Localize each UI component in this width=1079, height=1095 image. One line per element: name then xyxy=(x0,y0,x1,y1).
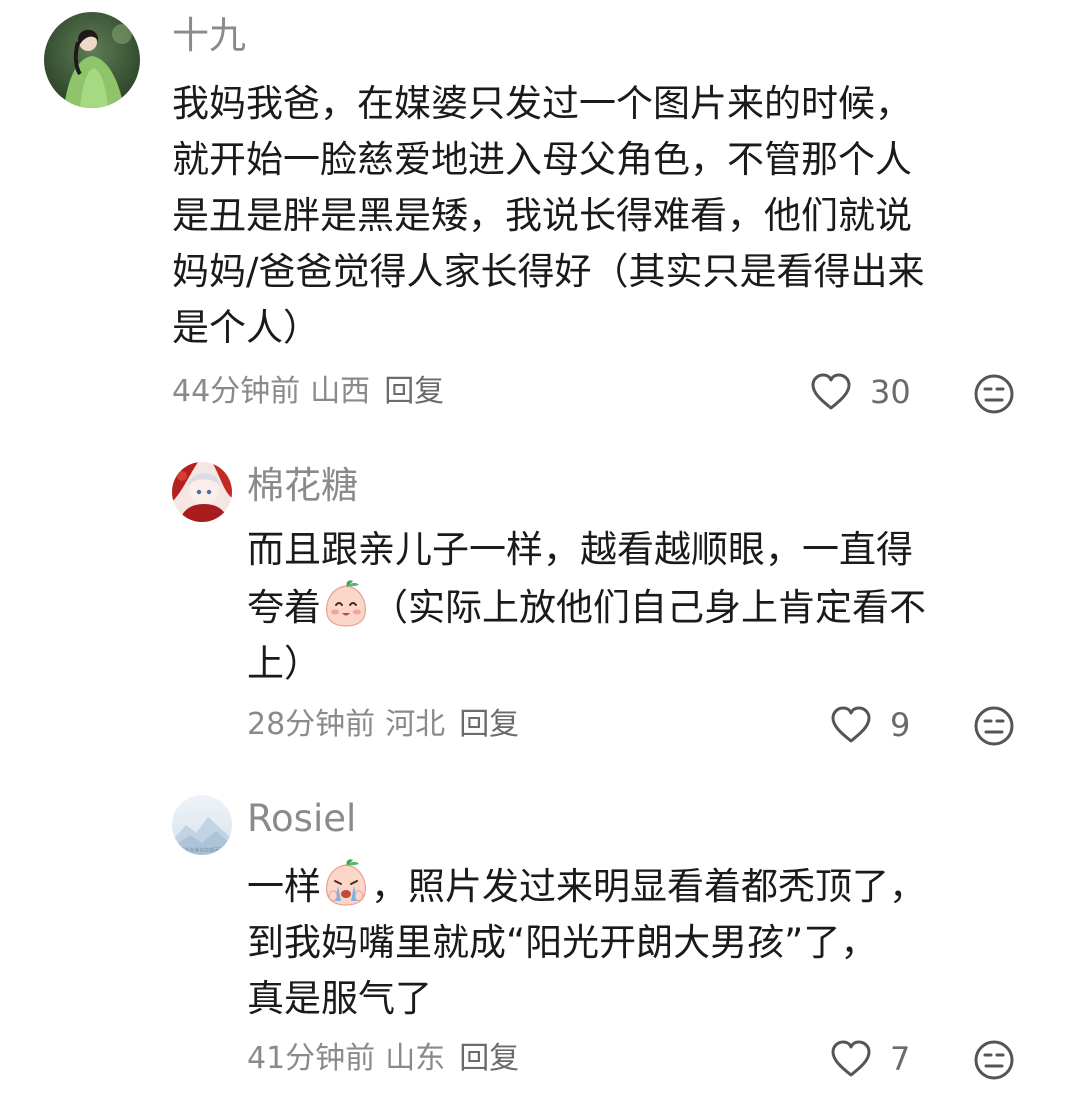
comment-text: 我妈我爸，在媒婆只发过一个图片来的时候， 就开始一脸慈爱地进入母父角色，不管那个… xyxy=(172,76,924,356)
like-button[interactable]: 7 xyxy=(830,1037,910,1081)
like-button[interactable]: 9 xyxy=(830,703,910,747)
region: 山东 xyxy=(385,1041,446,1076)
comment-line: 一样 ，照片发过来明显看着都秃顶了， xyxy=(247,857,926,915)
comment-line: 妈妈/爸爸觉得人家长得好（其实只是看得出来 xyxy=(172,250,925,293)
like-count: 30 xyxy=(870,373,911,411)
region: 河北 xyxy=(385,707,446,742)
username[interactable]: 棉花糖 xyxy=(247,464,358,508)
comment-line: 就开始一脸慈爱地进入母父角色，不管那个人 xyxy=(172,138,912,181)
comment-fragment: 夸着 xyxy=(247,586,321,629)
like-count: 7 xyxy=(890,1040,911,1078)
comment-fragment: 一样 xyxy=(247,865,321,908)
timestamp: 41分钟前 xyxy=(247,1041,376,1076)
comment-line: 是个人） xyxy=(172,306,320,349)
comment-fragment: ，照片发过来明显看着都秃顶了， xyxy=(371,865,926,908)
peach-crying-emoji xyxy=(326,859,366,906)
dislike-button[interactable] xyxy=(972,1038,1016,1082)
reply-button[interactable]: 回复 xyxy=(459,707,519,742)
comment-item: 棉花糖 而且跟亲儿子一样，越看越顺眼，一直得 夸着 （实际上放他们自己身上肯定看… xyxy=(0,430,1079,765)
reply-button[interactable]: 回复 xyxy=(459,1041,519,1076)
avatar-image: 愿所有美好如期而至 xyxy=(172,795,232,855)
comment-meta: 28分钟前 河北 回复 xyxy=(247,705,519,745)
comment-item: 十九 我妈我爸，在媒婆只发过一个图片来的时候， 就开始一脸慈爱地进入母父角色，不… xyxy=(0,0,1079,430)
timestamp: 44分钟前 xyxy=(172,374,301,409)
comment-line: 而且跟亲儿子一样，越看越顺眼，一直得 xyxy=(247,528,913,571)
comment-meta: 44分钟前 山西 回复 xyxy=(172,372,444,412)
comment-line: 是丑是胖是黑是矮，我说长得难看，他们就说 xyxy=(172,194,912,237)
like-button[interactable]: 30 xyxy=(810,370,911,414)
comment-line: 真是服气了 xyxy=(247,977,432,1020)
avatar-image xyxy=(172,462,232,522)
avatar-caption: 愿所有美好如期而至 xyxy=(179,847,224,854)
region: 山西 xyxy=(310,374,371,409)
comment-item: 愿所有美好如期而至 Rosiel 一样 ，照片发过来明显看着都秃顶了， 到我妈嘴… xyxy=(0,765,1079,1095)
dislike-button[interactable] xyxy=(972,372,1016,416)
like-count: 9 xyxy=(890,706,911,744)
comment-line: 上） xyxy=(247,642,321,685)
comment-line: 到我妈嘴里就成“阳光开朗大男孩”了， xyxy=(247,921,878,964)
heart-icon xyxy=(811,373,851,410)
dislike-face-icon xyxy=(974,374,1014,414)
comment-fragment: （实际上放他们自己身上肯定看不 xyxy=(371,586,926,629)
comment-text: 而且跟亲儿子一样，越看越顺眼，一直得 夸着 （实际上放他们自己身上肯定看不 上） xyxy=(247,522,926,692)
heart-icon xyxy=(831,1040,871,1077)
dislike-face-icon xyxy=(974,1040,1014,1080)
reply-button[interactable]: 回复 xyxy=(384,374,444,409)
comment-line: 夸着 （实际上放他们自己身上肯定看不 xyxy=(247,578,926,636)
avatar-image xyxy=(44,12,140,108)
dislike-button[interactable] xyxy=(972,704,1016,748)
heart-icon xyxy=(831,706,871,743)
timestamp: 28分钟前 xyxy=(247,707,376,742)
avatar[interactable] xyxy=(44,12,140,108)
avatar[interactable] xyxy=(172,462,232,522)
dislike-face-icon xyxy=(974,706,1014,746)
comment-line: 我妈我爸，在媒婆只发过一个图片来的时候， xyxy=(172,82,912,125)
comment-text: 一样 ，照片发过来明显看着都秃顶了， 到我妈嘴里就成“阳光开朗大男孩”了， 真是… xyxy=(247,857,926,1027)
username[interactable]: 十九 xyxy=(172,14,246,58)
comment-meta: 41分钟前 山东 回复 xyxy=(247,1039,519,1079)
peach-smile-emoji xyxy=(326,580,366,627)
username[interactable]: Rosiel xyxy=(247,797,356,841)
avatar[interactable]: 愿所有美好如期而至 xyxy=(172,795,232,855)
